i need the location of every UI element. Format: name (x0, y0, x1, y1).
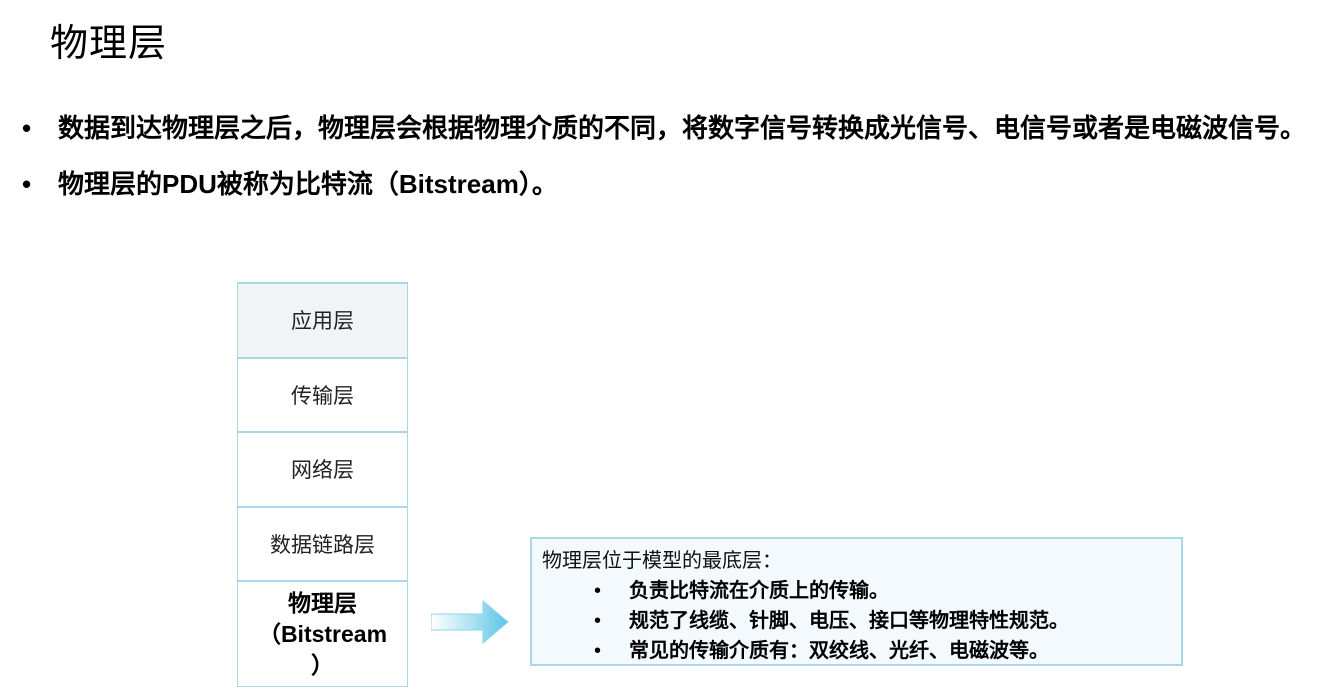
note-item: • 常见的传输介质有：双绞线、光纤、电磁波等。 (542, 636, 1171, 666)
note-item-text: 常见的传输介质有：双绞线、光纤、电磁波等。 (629, 640, 1049, 662)
layer-transport: 传输层 (238, 358, 407, 433)
physical-layer-note: 物理层位于模型的最底层： • 负责比特流在介质上的传输。 • 规范了线缆、针脚、… (530, 537, 1183, 666)
note-item: • 负责比特流在介质上的传输。 (542, 576, 1171, 606)
bullet-item: • 物理层的PDU被称为比特流（Bitstream）。 (22, 160, 1312, 208)
layer-physical-pdu: （Bitstream (257, 620, 388, 647)
page-title: 物理层 (50, 23, 168, 65)
bullet-text: 数据到达物理层之后，物理层会根据物理介质的不同，将数字信号转换成光信号、电信号或… (58, 113, 1307, 143)
slide: 物理层 • 数据到达物理层之后，物理层会根据物理介质的不同，将数字信号转换成光信… (0, 0, 1335, 687)
layer-physical-name: 物理层 (288, 589, 357, 616)
layer-physical: 物理层 （Bitstream ） (238, 582, 407, 686)
layer-application: 应用层 (238, 284, 407, 359)
layer-physical-pdu-close: ） (311, 651, 334, 678)
bullet-dot: • (22, 113, 32, 143)
note-bullet: • (594, 610, 602, 632)
note-bullet: • (594, 580, 602, 602)
right-arrow-icon (431, 600, 509, 644)
note-item-text: 规范了线缆、针脚、电压、接口等物理特性规范。 (629, 610, 1069, 632)
note-item: • 规范了线缆、针脚、电压、接口等物理特性规范。 (542, 606, 1171, 636)
layer-data-link: 数据链路层 (238, 507, 407, 582)
layer-network: 网络层 (238, 433, 407, 508)
note-bullet: • (594, 640, 602, 662)
note-heading: 物理层位于模型的最底层： (542, 550, 782, 572)
osi-layer-stack: 应用层 传输层 网络层 数据链路层 物理层 （Bitstream ） (237, 282, 408, 687)
note-list: • 负责比特流在介质上的传输。 • 规范了线缆、针脚、电压、接口等物理特性规范。… (542, 576, 1171, 666)
bullet-item: • 数据到达物理层之后，物理层会根据物理介质的不同，将数字信号转换成光信号、电信… (22, 104, 1312, 152)
bullet-text: 物理层的PDU被称为比特流（Bitstream）。 (58, 169, 558, 199)
bullet-list: • 数据到达物理层之后，物理层会根据物理介质的不同，将数字信号转换成光信号、电信… (22, 104, 1312, 208)
note-item-text: 负责比特流在介质上的传输。 (629, 580, 889, 602)
bullet-dot: • (22, 169, 32, 199)
